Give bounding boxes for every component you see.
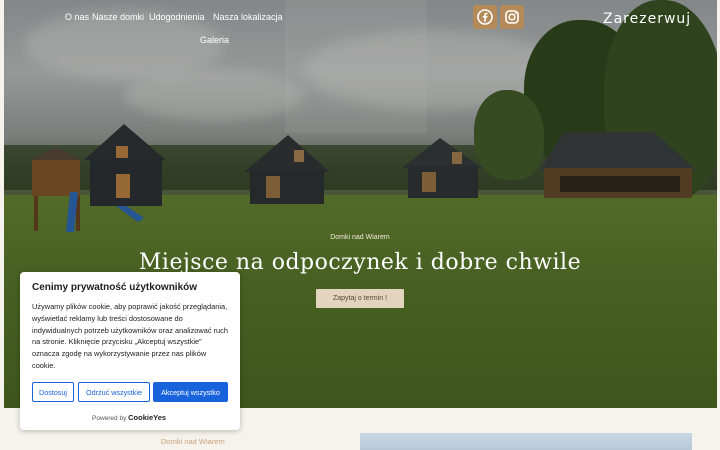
powered-by-text: Powered by [92,415,127,422]
powered-by: Powered by CookieYes [92,413,166,422]
ask-date-button[interactable]: Zapytaj o termin ! [316,289,404,308]
customize-button[interactable]: Dostosuj [32,382,74,402]
reject-all-button[interactable]: Odrzuć wszystkie [78,382,150,402]
facebook-button[interactable] [473,5,497,29]
cookie-banner-text: Używamy plików cookie, aby poprawić jako… [32,302,228,370]
instagram-icon [505,10,519,24]
nav-link-gallery[interactable]: Galeria [200,35,229,45]
instagram-button[interactable] [500,5,524,29]
cookie-banner-title: Cenimy prywatność użytkowników [32,282,198,293]
nav-link-amenities[interactable]: Udogodnienia [149,12,205,22]
hero-kicker: Domki nad Wiarem [330,234,390,241]
section-image [360,433,692,450]
accept-all-button[interactable]: Akceptuj wszystko [153,382,228,402]
facebook-icon [477,9,493,25]
reserve-link[interactable]: Zarezerwuj [603,11,691,27]
nav-link-cabins[interactable]: Nasze domki [92,12,144,22]
cookie-consent-banner: Cenimy prywatność użytkowników Używamy p… [20,272,240,430]
cookieyes-logo[interactable]: CookieYes [128,413,166,422]
nav-link-about[interactable]: O nas [65,12,89,22]
nav-link-location[interactable]: Nasza lokalizacja [213,12,283,22]
section-kicker: Domki nad Wiarem [161,437,225,446]
